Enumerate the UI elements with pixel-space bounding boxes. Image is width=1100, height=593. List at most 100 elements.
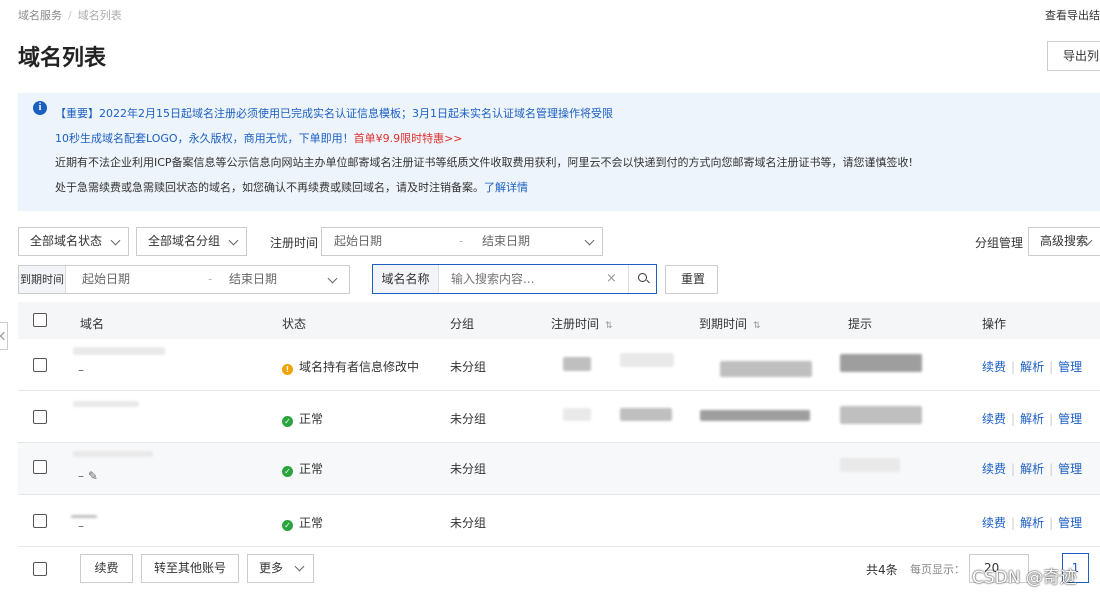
row-ops: 续费 | 解析 | 管理: [982, 462, 1083, 476]
info-icon: i: [33, 101, 47, 115]
status-cell: ✓ 正常: [282, 514, 323, 531]
manage-link[interactable]: 管理: [1058, 360, 1082, 374]
redacted-hint: [840, 354, 922, 372]
resolve-link[interactable]: 解析: [1020, 462, 1044, 476]
per-page-label: 每页显示：: [910, 563, 965, 576]
col-reg-time-label: 注册时间: [551, 317, 600, 331]
row-checkbox[interactable]: [33, 514, 47, 528]
sidebar-collapse-tab[interactable]: [0, 322, 8, 350]
col-group: 分组: [450, 317, 475, 331]
resolve-link[interactable]: 解析: [1020, 516, 1044, 530]
promo-text[interactable]: 10秒生成域名配套LOGO，永久版权，商用无忧，下单即用！: [55, 132, 354, 145]
chevron-down-icon: [294, 561, 305, 572]
col-status: 状态: [282, 317, 307, 331]
resolve-link[interactable]: 解析: [1020, 412, 1044, 426]
group-manage-link[interactable]: 分组管理: [975, 234, 1023, 251]
reg-date-range-picker[interactable]: 起始日期 - 结束日期: [321, 227, 603, 256]
exp-start-date[interactable]: 起始日期: [82, 266, 130, 293]
domain-suffix: –: [78, 519, 84, 533]
group-cell: 未分组: [450, 516, 487, 530]
row-ops: 续费 | 解析 | 管理: [982, 516, 1083, 530]
check-icon: ✓: [282, 466, 293, 477]
redacted-domain: [73, 401, 139, 407]
search-input[interactable]: [451, 265, 601, 293]
redacted-exp-time: [700, 410, 810, 421]
status-cell: ✓ 正常: [282, 460, 323, 477]
warning-icon: !: [282, 364, 293, 375]
col-exp-time-label: 到期时间: [699, 317, 748, 331]
group-cell: 未分组: [450, 360, 487, 374]
notice-line-important[interactable]: 【重要】2022年2月15日起域名注册必须使用已完成实名认证信息模板；3月1日起…: [55, 105, 613, 121]
status-text: 域名持有者信息修改中: [299, 360, 420, 374]
row-checkbox[interactable]: [33, 410, 47, 424]
transfer-account-button[interactable]: 转至其他账号: [141, 554, 239, 583]
resolve-link[interactable]: 解析: [1020, 360, 1044, 374]
row-ops: 续费 | 解析 | 管理: [982, 412, 1083, 426]
clear-icon[interactable]: ×: [606, 271, 617, 286]
col-domain: 域名: [80, 317, 105, 331]
domain-group-select-value: 全部域名分组: [148, 234, 221, 248]
notice-line-logo-promo[interactable]: 10秒生成域名配套LOGO，永久版权，商用无忧，下单即用！首单¥9.9限时特惠>…: [55, 130, 463, 146]
notice-line-fraud-warning: 近期有不法企业利用ICP备案信息等公示信息向网站主办单位邮寄域名注册证书等纸质文…: [55, 156, 913, 169]
group-cell: 未分组: [450, 462, 487, 476]
col-ops: 操作: [982, 317, 1007, 331]
more-actions-select[interactable]: 更多: [247, 554, 314, 583]
manage-link[interactable]: 管理: [1058, 462, 1082, 476]
batch-renew-button[interactable]: 续费: [80, 554, 133, 583]
date-range-dash: -: [459, 234, 464, 248]
redacted-domain: [73, 451, 153, 457]
col-hint: 提示: [848, 317, 873, 331]
advanced-search-select[interactable]: 高级搜索: [1028, 227, 1100, 256]
status-text: 正常: [299, 412, 324, 426]
reg-time-label: 注册时间: [270, 236, 319, 250]
exp-end-date[interactable]: 结束日期: [229, 266, 277, 293]
reset-button[interactable]: 重置: [665, 265, 718, 294]
redacted-domain: [71, 515, 97, 518]
sort-icon[interactable]: ⇅: [753, 321, 761, 331]
renew-link[interactable]: 续费: [982, 360, 1006, 374]
learn-more-link[interactable]: 了解详情: [484, 181, 528, 194]
manage-link[interactable]: 管理: [1058, 516, 1082, 530]
col-reg-time[interactable]: 注册时间 ⇅: [551, 315, 613, 332]
redacted-hint: [840, 406, 922, 424]
manage-link[interactable]: 管理: [1058, 412, 1082, 426]
exp-time-label: 到期时间: [19, 266, 66, 293]
domain-status-select-value: 全部域名状态: [30, 234, 103, 248]
renew-link[interactable]: 续费: [982, 462, 1006, 476]
export-list-button[interactable]: 导出列: [1047, 41, 1100, 71]
sort-icon[interactable]: ⇅: [605, 321, 613, 331]
chevron-down-icon: [584, 235, 595, 246]
advanced-search-label: 高级搜索: [1040, 234, 1089, 248]
page-title: 域名列表: [18, 46, 107, 71]
row-ops: 续费 | 解析 | 管理: [982, 360, 1083, 374]
watermark-text: CSDN @奇迹: [972, 568, 1077, 588]
select-all-checkbox[interactable]: [33, 313, 47, 327]
col-exp-time[interactable]: 到期时间 ⇅: [699, 315, 761, 332]
domain-status-select[interactable]: 全部域名状态: [18, 227, 129, 256]
redacted-reg-time: [563, 357, 591, 371]
view-export-results-link[interactable]: 查看导出结: [1045, 7, 1100, 23]
renew-link[interactable]: 续费: [982, 516, 1006, 530]
redacted-reg-time: [620, 353, 674, 367]
reg-start-date[interactable]: 起始日期: [334, 228, 382, 255]
exp-date-range-picker[interactable]: 到期时间 起始日期 - 结束日期: [18, 265, 350, 294]
promo-hot-link[interactable]: 首单¥9.9限时特惠>>: [354, 132, 463, 145]
domain-search-box[interactable]: 域名名称 ×: [372, 264, 657, 294]
search-field-selector[interactable]: 域名名称: [373, 265, 439, 293]
row-checkbox[interactable]: [33, 460, 47, 474]
chevron-down-icon: [327, 273, 338, 284]
table-header: 域名 状态 分组 注册时间 ⇅ 到期时间 ⇅ 提示 操作: [18, 302, 1100, 339]
reg-end-date[interactable]: 结束日期: [482, 228, 530, 255]
renew-link[interactable]: 续费: [982, 412, 1006, 426]
search-button[interactable]: [628, 265, 656, 293]
footer-select-all-checkbox[interactable]: [33, 562, 47, 576]
domain-suffix[interactable]: – ✎: [78, 469, 98, 483]
breadcrumb-root[interactable]: 域名服务: [18, 9, 62, 22]
row-checkbox[interactable]: [33, 358, 47, 372]
date-range-dash: -: [208, 272, 213, 286]
check-icon: ✓: [282, 520, 293, 531]
domain-group-select[interactable]: 全部域名分组: [136, 227, 247, 256]
table-row: – ✓ 正常 未分组 续费 | 解析 | 管理: [18, 495, 1100, 547]
chevron-down-icon: [228, 235, 239, 246]
redacted-reg-time: [620, 408, 672, 421]
